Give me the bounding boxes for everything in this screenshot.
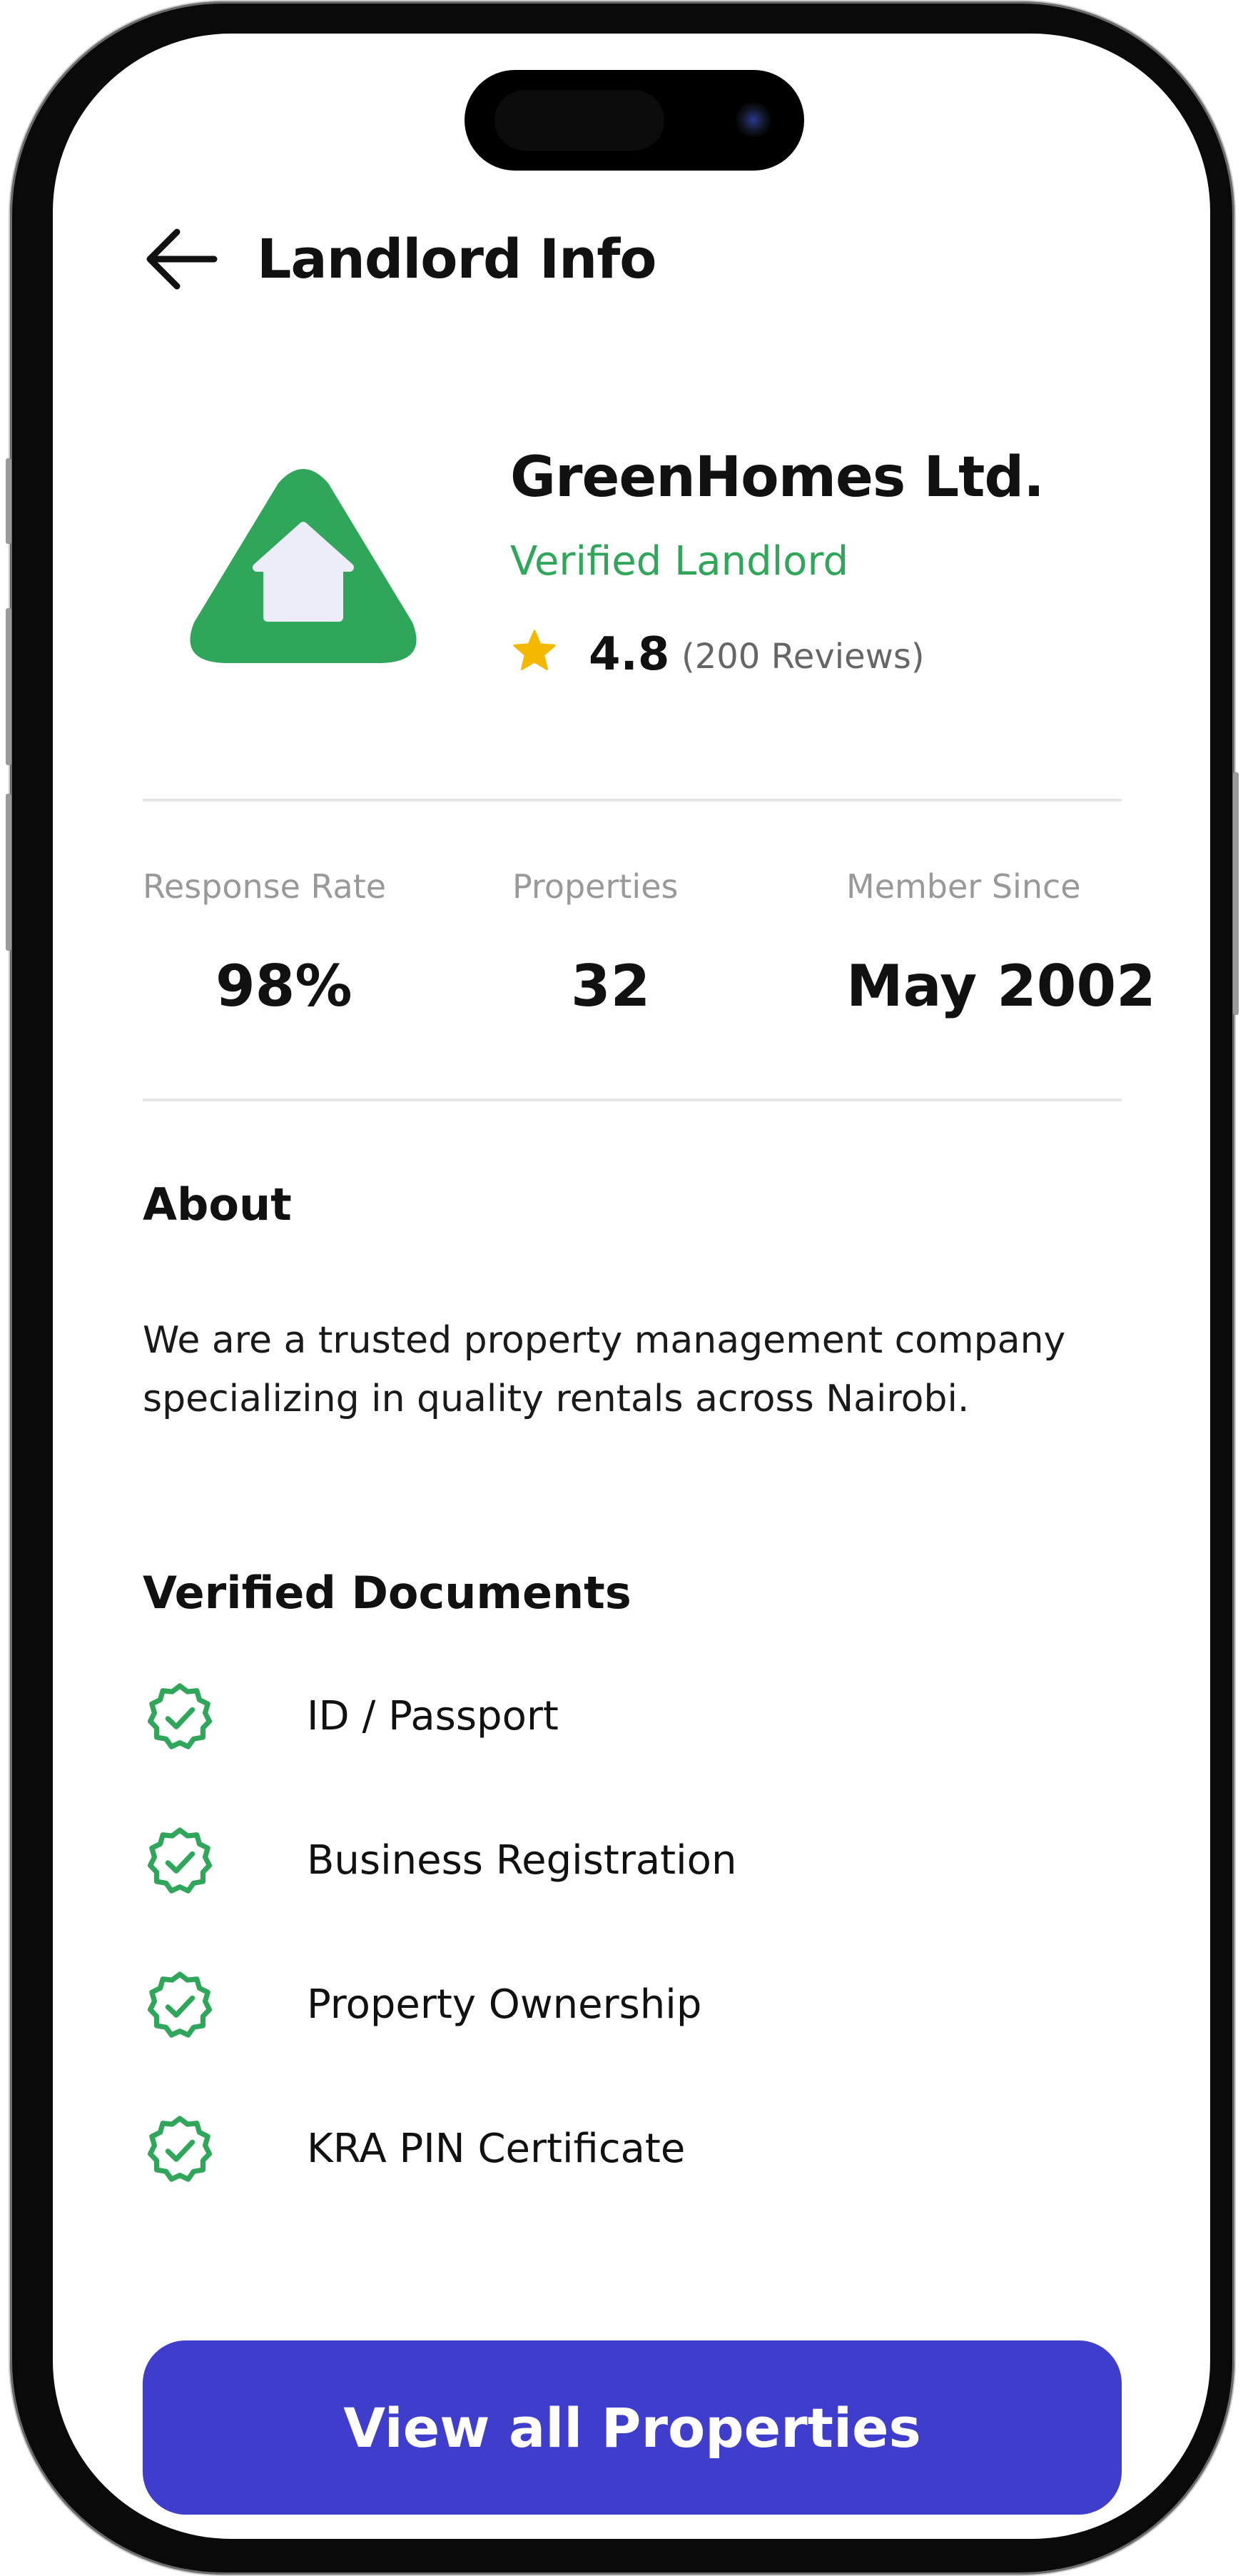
document-item-property-ownership: Property Ownership <box>143 1968 1122 2046</box>
rating-value: 4.8 <box>589 628 670 681</box>
stat-label-properties: Properties <box>512 867 679 906</box>
header: Landlord Info <box>143 212 1122 305</box>
about-text: We are a trusted property management com… <box>143 1319 1066 1420</box>
back-arrow-icon[interactable] <box>143 226 218 292</box>
volume-down-button <box>6 794 11 951</box>
verified-check-icon <box>148 1683 212 1749</box>
stat-value-response-rate: 98% <box>215 953 352 1019</box>
document-item-id-passport: ID / Passport <box>143 1680 1122 1758</box>
page-title: Landlord Info <box>257 227 656 291</box>
stat-label-response-rate: Response Rate <box>143 867 387 906</box>
document-label: Property Ownership <box>307 1981 702 2028</box>
verified-documents-title: Verified Documents <box>143 1567 631 1619</box>
company-logo <box>190 469 417 663</box>
star-icon <box>513 630 556 670</box>
document-label: KRA PIN Certificate <box>307 2126 686 2172</box>
view-all-properties-button[interactable]: View all Properties <box>143 2340 1122 2515</box>
document-item-kra-pin: KRA PIN Certificate <box>143 2112 1122 2191</box>
document-item-business-registration: Business Registration <box>143 1824 1122 1902</box>
power-button <box>1233 772 1239 1015</box>
about-title: About <box>143 1178 292 1231</box>
rating-row: 4.8 (200 Reviews) <box>510 619 1081 690</box>
divider <box>143 1098 1122 1101</box>
page-content: Landlord Info GreenHomes Ltd. Verified L… <box>143 34 1156 2539</box>
action-button <box>6 458 11 544</box>
reviews-count: (200 Reviews) <box>681 637 925 677</box>
volume-up-button <box>6 608 11 765</box>
stat-value-properties: 32 <box>571 953 651 1019</box>
divider <box>143 799 1122 802</box>
screen: Landlord Info GreenHomes Ltd. Verified L… <box>53 34 1210 2539</box>
verified-check-icon <box>148 2116 212 2182</box>
phone-frame: Landlord Info GreenHomes Ltd. Verified L… <box>6 1 1239 2575</box>
company-name: GreenHomes Ltd. <box>510 445 1045 510</box>
document-label: ID / Passport <box>307 1693 559 1739</box>
verified-check-icon <box>148 1971 212 2038</box>
stat-label-member-since: Member Since <box>846 867 1081 906</box>
document-label: Business Registration <box>307 1837 737 1884</box>
stat-value-member-since: May 2002 <box>846 953 1156 1019</box>
verified-check-icon <box>148 1827 212 1894</box>
verified-landlord-badge: Verified Landlord <box>510 538 849 585</box>
